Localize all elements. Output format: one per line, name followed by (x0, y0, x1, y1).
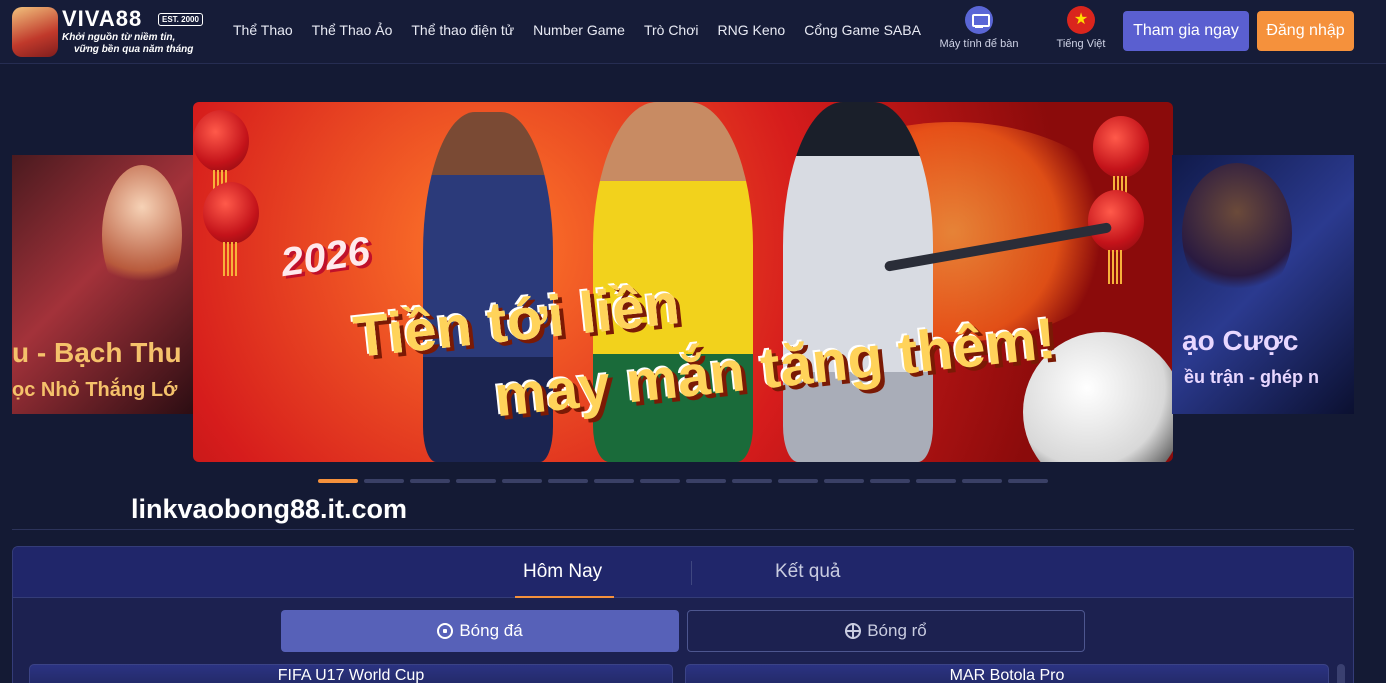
nav-the-thao-ao[interactable]: Thể Thao Ảo (312, 22, 393, 38)
tab-results[interactable]: Kết quả (775, 561, 841, 583)
main-nav: Thể Thao Thể Thao Ảo Thể thao điện tử Nu… (233, 22, 921, 38)
desktop-version-link[interactable]: Máy tính để bàn (934, 6, 1024, 50)
league-card[interactable]: MAR Botola Pro (685, 664, 1329, 683)
basketball-filter-button[interactable]: Bóng rổ (687, 610, 1085, 652)
active-tab-indicator (515, 596, 614, 598)
next-banner-line2: ều trận - ghép n (1184, 367, 1319, 387)
site-domain-text: linkvaobong88.it.com (131, 494, 408, 524)
nav-esports[interactable]: Thể thao điện tử (411, 22, 514, 38)
league-card[interactable]: FIFA U17 World Cup (29, 664, 673, 683)
carousel-dot[interactable] (916, 479, 956, 483)
banner-athletes-image (1182, 163, 1292, 303)
section-divider (12, 529, 1354, 530)
vietnam-flag-icon: ★ (1067, 6, 1095, 34)
lantern-icon (193, 110, 249, 204)
carousel-dot[interactable] (640, 479, 680, 483)
football-filter-button[interactable]: Bóng đá (281, 610, 679, 652)
nav-rng-keno[interactable]: RNG Keno (718, 22, 786, 38)
carousel-dot[interactable] (410, 479, 450, 483)
carousel-dot[interactable] (732, 479, 772, 483)
lantern-icon (203, 182, 259, 276)
prev-banner-line2: ọc Nhỏ Thắng Lớ (12, 379, 178, 401)
carousel-dot[interactable] (1008, 479, 1048, 483)
baseball-player-image (783, 102, 933, 462)
scrollbar[interactable] (1337, 664, 1345, 683)
monitor-icon (965, 6, 993, 34)
banner-year: 2026 (278, 229, 373, 285)
carousel-dot[interactable] (824, 479, 864, 483)
top-header: VIVA88 EST. 2000 Khởi nguồn từ niềm tin,… (0, 0, 1386, 64)
nav-number-game[interactable]: Number Game (533, 22, 625, 38)
next-banner-line1: ạo Cược (1182, 325, 1299, 356)
logo-wordmark: VIVA88 (62, 6, 143, 31)
soccer-ball-icon (437, 623, 454, 639)
football-label: Bóng đá (459, 621, 523, 640)
language-switcher[interactable]: ★ Tiếng Việt (1050, 6, 1112, 50)
carousel-next-banner[interactable]: ạo Cược ều trận - ghép n (1172, 155, 1354, 414)
carousel-dot[interactable] (962, 479, 1002, 483)
lantern-icon (1093, 116, 1149, 210)
join-now-button[interactable]: Tham gia ngay (1123, 11, 1249, 51)
tab-today[interactable]: Hôm Nay (523, 561, 602, 583)
tab-separator (691, 561, 692, 585)
basketball-icon (845, 623, 862, 639)
lantern-icon (1088, 190, 1144, 284)
viva88-logo[interactable]: VIVA88 EST. 2000 Khởi nguồn từ niềm tin,… (12, 5, 212, 59)
login-button[interactable]: Đăng nhập (1257, 11, 1354, 51)
nav-tro-choi[interactable]: Trò Chơi (644, 22, 699, 38)
carousel-pagination (318, 479, 1048, 483)
matches-panel: Hôm Nay Kết quả Bóng đá Bóng rổ FIFA U17… (12, 546, 1354, 683)
carousel-dot[interactable] (318, 479, 358, 483)
desktop-label: Máy tính để bàn (939, 38, 1019, 50)
carousel-dot[interactable] (778, 479, 818, 483)
carousel-dot[interactable] (686, 479, 726, 483)
carousel-prev-banner[interactable]: u - Bạch Thu ọc Nhỏ Thắng Lớ (12, 155, 194, 414)
logo-tagline-2: vững bền qua năm tháng (74, 44, 194, 55)
league-title: FIFA U17 World Cup (277, 667, 425, 683)
matches-tabs: Hôm Nay Kết quả (13, 547, 1353, 598)
logo-tagline-1: Khởi nguồn từ niềm tin, (62, 32, 176, 43)
carousel-dot[interactable] (502, 479, 542, 483)
carousel-main-banner[interactable]: 2026 Tiền tới liền may mắn tăng thêm! (193, 102, 1173, 462)
carousel-dot[interactable] (548, 479, 588, 483)
prev-banner-line1: u - Bạch Thu (12, 337, 182, 368)
league-title: MAR Botola Pro (949, 667, 1065, 683)
carousel-dot[interactable] (594, 479, 634, 483)
banner-model-image (102, 165, 182, 305)
mascot-logo-icon (12, 7, 58, 57)
nav-saba[interactable]: Cổng Game SABA (804, 22, 921, 38)
carousel-dot[interactable] (456, 479, 496, 483)
language-label: Tiếng Việt (1056, 38, 1106, 50)
carousel-dot[interactable] (364, 479, 404, 483)
nav-the-thao[interactable]: Thể Thao (233, 22, 293, 38)
carousel-dot[interactable] (870, 479, 910, 483)
basketball-label: Bóng rổ (867, 621, 927, 640)
logo-est-badge: EST. 2000 (158, 13, 203, 26)
